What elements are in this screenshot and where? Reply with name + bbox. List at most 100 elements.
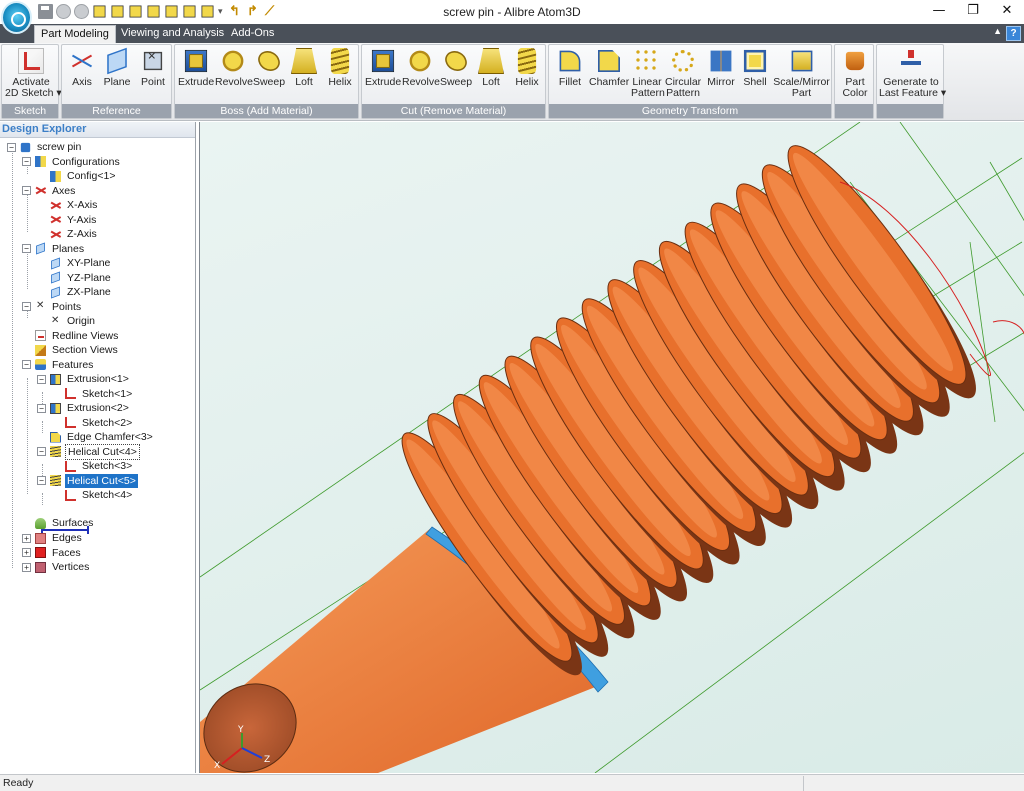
tree-node-zx-plane[interactable]: ZX-Plane <box>50 285 113 299</box>
tree-expander[interactable]: + <box>22 548 31 557</box>
axis-icon <box>50 200 61 211</box>
tree-expander[interactable]: − <box>22 302 31 311</box>
tree-node-config-1[interactable]: Config<1> <box>50 169 117 183</box>
tree-node-faces[interactable]: + Faces <box>22 546 83 560</box>
tree-node-redline-views[interactable]: Redline Views <box>35 329 120 343</box>
tree-node-features[interactable]: − Features <box>22 358 95 372</box>
tree-expander[interactable]: − <box>22 186 31 195</box>
edges-icon <box>35 532 46 544</box>
extrude-icon <box>184 49 208 73</box>
tree-node-label: Axes <box>52 184 76 197</box>
3d-viewport[interactable]: X Y Z <box>199 122 1024 773</box>
tree-node-helical-cut-5[interactable]: − Helical Cut<5> <box>37 473 138 488</box>
tree-node-edge-chamfer-3[interactable]: Edge Chamfer<3> <box>50 430 155 444</box>
tree-expander[interactable]: − <box>7 142 16 152</box>
boss-sweep-button[interactable]: Sweep <box>252 48 286 104</box>
cut-sweep-button[interactable]: Sweep <box>439 48 473 104</box>
tree-node-helical-cut-4[interactable]: − Helical Cut<4> <box>37 443 140 460</box>
circular-pattern-button[interactable]: Circular Pattern <box>665 48 701 104</box>
boss-helix-button[interactable]: Helix <box>324 48 356 104</box>
axis-button[interactable]: Axis <box>66 48 98 104</box>
features-icon <box>35 359 46 370</box>
tree-expander[interactable]: − <box>37 374 46 384</box>
boss-loft-button[interactable]: Loft <box>289 48 319 104</box>
tree-node-axes[interactable]: − Axes <box>22 184 77 198</box>
tree-node-label: X-Axis <box>67 199 98 211</box>
part-color-button[interactable]: Part Color <box>838 48 872 104</box>
activate-2d-sketch-button[interactable]: Activate 2D Sketch ▾ <box>5 48 62 104</box>
tree-node-screw-pin[interactable]: − screw pin <box>7 140 83 154</box>
tree-node-label: Edge Chamfer<3> <box>67 431 153 443</box>
linear-pattern-button[interactable]: Linear Pattern <box>631 48 665 104</box>
tree-node-points[interactable]: − Points <box>22 299 83 314</box>
generate-to-last-feature-button[interactable]: Generate to Last Feature ▾ <box>879 48 947 104</box>
tree-expander[interactable]: + <box>22 562 31 572</box>
tree-node-label: YZ-Plane <box>67 271 111 284</box>
tree-node-edges[interactable]: + Edges <box>22 531 84 545</box>
help-button[interactable]: ? <box>1006 26 1021 41</box>
tree-node-section-views[interactable]: Section Views <box>35 343 120 357</box>
cut-extrude-button[interactable]: Extrude <box>365 48 401 104</box>
tree-node-label: Extrusion<2> <box>67 402 129 414</box>
tree-node-label: XY-Plane <box>67 257 111 269</box>
tree-node-origin[interactable]: Origin <box>50 314 97 328</box>
tree-node-surfaces[interactable]: Surfaces <box>35 516 95 530</box>
cut-loft-button[interactable]: Loft <box>476 48 506 104</box>
restore-button[interactable]: ❐ <box>956 0 990 24</box>
generate-label-2: Last Feature ▾ <box>879 87 947 99</box>
shell-button[interactable]: Shell <box>740 48 770 104</box>
tab-viewing-and-analysis[interactable]: Viewing and Analysis <box>115 25 230 43</box>
tree-expander[interactable]: − <box>37 447 46 456</box>
tree-node-x-axis[interactable]: X-Axis <box>50 198 99 212</box>
scale-mirror-part-button[interactable]: Scale/Mirror Part <box>773 48 830 104</box>
mirror-button[interactable]: Mirror <box>704 48 738 104</box>
cut-revolve-button[interactable]: Revolve <box>402 48 440 104</box>
tab-part-modeling[interactable]: Part Modeling <box>34 25 116 43</box>
tree-expander[interactable]: − <box>37 476 46 485</box>
tree-node-xy-plane[interactable]: XY-Plane <box>50 256 112 270</box>
cut-revolve-label: Revolve <box>402 76 440 88</box>
tree-node-sketch-1[interactable]: Sketch<1> <box>65 387 134 401</box>
tree-expander[interactable]: − <box>22 157 31 166</box>
ribbon-tab-bar: Part Modeling Viewing and Analysis Add-O… <box>0 24 1024 43</box>
tree-node-configurations[interactable]: − Configurations <box>22 155 122 169</box>
part-color-icon <box>845 51 865 71</box>
mirror-label: Mirror <box>707 76 735 88</box>
sketch-icon <box>65 489 76 501</box>
model-scene[interactable]: X Y Z <box>200 122 1024 773</box>
vertices-icon <box>35 561 46 573</box>
app-menu-button[interactable] <box>1 1 32 34</box>
tree-node-sketch-2[interactable]: Sketch<2> <box>65 416 134 430</box>
chevron-up-icon[interactable]: ▲ <box>993 26 1002 36</box>
close-button[interactable]: ✕ <box>990 0 1024 24</box>
cut-helix-button[interactable]: Helix <box>511 48 543 104</box>
tree-node-label: Sketch<2> <box>82 416 133 429</box>
plane-button[interactable]: Plane <box>100 47 134 104</box>
tree-node-yz-plane[interactable]: YZ-Plane <box>50 271 113 285</box>
tree-node-sketch-4[interactable]: Sketch<4> <box>65 488 134 502</box>
minimize-button[interactable]: — <box>922 0 956 24</box>
scale-mirror-icon <box>791 50 812 72</box>
chamfer-button[interactable]: Chamfer <box>589 48 629 104</box>
tab-add-ons[interactable]: Add-Ons <box>225 25 280 43</box>
tree-expander[interactable]: + <box>22 533 31 543</box>
tree-node-planes[interactable]: − Planes <box>22 242 86 256</box>
tree-expander[interactable]: − <box>22 244 31 253</box>
tree-expander[interactable]: − <box>37 403 46 413</box>
ribbon-group-reference: Axis Plane Point Reference <box>61 44 172 119</box>
boss-extrude-button[interactable]: Extrude <box>178 48 214 104</box>
tree-expander[interactable]: − <box>22 360 31 369</box>
axis-icon <box>50 229 61 240</box>
linear-pattern-label-2: Pattern <box>631 87 665 99</box>
point-button[interactable]: Point <box>136 48 170 104</box>
boss-revolve-button[interactable]: Revolve <box>215 48 253 104</box>
fillet-button[interactable]: Fillet <box>553 48 587 104</box>
tree-node-z-axis[interactable]: Z-Axis <box>50 227 99 241</box>
tree-node-y-axis[interactable]: Y-Axis <box>50 213 98 227</box>
tree-node-extrusion-2[interactable]: − Extrusion<2> <box>37 401 131 415</box>
helix-icon <box>330 48 350 74</box>
tree-node-extrusion-1[interactable]: − Extrusion<1> <box>37 372 131 386</box>
tree-node-vertices[interactable]: + Vertices <box>22 560 91 574</box>
tree-node-label: screw pin <box>37 141 82 153</box>
tree-node-sketch-3[interactable]: Sketch<3> <box>65 459 134 473</box>
